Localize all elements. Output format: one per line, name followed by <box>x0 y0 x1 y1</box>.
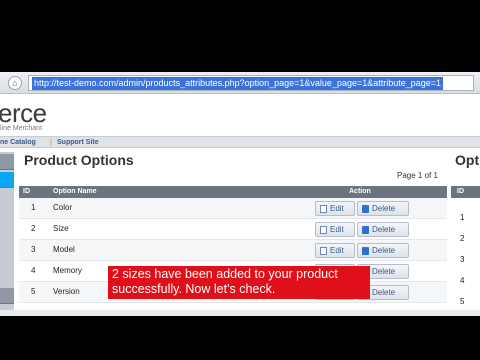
delete-button[interactable]: Delete <box>357 243 409 258</box>
sidebar-tab[interactable] <box>0 154 14 170</box>
nav-separator: | <box>50 139 52 146</box>
tutorial-caption: 2 sizes have been added to your product … <box>108 266 370 299</box>
delete-button[interactable]: Delete <box>357 222 409 237</box>
delete-label: Delete <box>372 225 396 234</box>
edit-icon <box>320 226 327 234</box>
edit-label: Edit <box>330 246 344 255</box>
table-header: ID Option Name Action <box>19 186 447 198</box>
screen-frame: ⌂ http://test-demo.com/admin/products_at… <box>0 72 480 316</box>
edit-button[interactable]: Edit <box>315 243 355 258</box>
edit-label: Edit <box>330 204 344 213</box>
right-panel-row-id: 4 <box>460 276 465 285</box>
table-row: 3 Model Edit Delete <box>19 240 447 261</box>
right-panel-row-id: 1 <box>460 213 465 222</box>
right-panel-row-id: 2 <box>460 234 465 243</box>
sidebar <box>0 152 14 316</box>
pagination-info: Page 1 of 1 <box>397 171 438 180</box>
delete-label: Delete <box>372 288 396 297</box>
column-id: ID <box>23 188 30 195</box>
column-action: Action <box>349 188 371 195</box>
right-panel-row-id: 3 <box>460 255 465 264</box>
edit-button[interactable]: Edit <box>315 201 355 216</box>
row-option-name: Size <box>53 224 69 233</box>
page-title: Product Options <box>24 152 134 168</box>
row-id: 4 <box>31 266 36 275</box>
column-option-name: Option Name <box>53 188 97 195</box>
delete-button[interactable]: Delete <box>357 201 409 216</box>
bottom-strip <box>0 310 480 316</box>
right-panel-title: Opti <box>455 152 480 168</box>
sidebar-tab-active[interactable] <box>0 172 14 188</box>
table-row: 1 Color Edit Delete <box>19 198 447 219</box>
trash-icon <box>362 247 369 255</box>
row-id: 1 <box>31 203 36 212</box>
browser-address-bar: ⌂ http://test-demo.com/admin/products_at… <box>0 72 480 94</box>
nav-catalog-link[interactable]: ne Catalog <box>0 137 36 148</box>
sidebar-tab[interactable] <box>0 288 14 304</box>
table-row: 2 Size Edit Delete <box>19 219 447 240</box>
delete-label: Delete <box>372 204 396 213</box>
store-logo-subtitle: line Merchant <box>0 125 43 132</box>
row-option-name: Memory <box>53 266 82 275</box>
delete-label: Delete <box>372 246 396 255</box>
row-option-name: Version <box>53 287 80 296</box>
trash-icon <box>362 226 369 234</box>
url-text[interactable]: http://test-demo.com/admin/products_attr… <box>32 77 444 90</box>
top-nav: ne Catalog | Support Site <box>0 136 480 148</box>
url-field[interactable]: http://test-demo.com/admin/products_attr… <box>28 75 474 91</box>
row-id: 2 <box>31 224 36 233</box>
edit-icon <box>320 247 327 255</box>
right-panel-header-id: ID <box>451 186 480 198</box>
trash-icon <box>362 205 369 213</box>
edit-label: Edit <box>330 225 344 234</box>
site-info-icon[interactable]: ⌂ <box>8 76 22 90</box>
edit-icon <box>320 205 327 213</box>
row-option-name: Model <box>53 245 75 254</box>
row-id: 3 <box>31 245 36 254</box>
nav-support-link[interactable]: Support Site <box>57 137 99 148</box>
delete-label: Delete <box>372 267 396 276</box>
row-option-name: Color <box>53 203 73 212</box>
row-id: 5 <box>31 287 36 296</box>
edit-button[interactable]: Edit <box>315 222 355 237</box>
